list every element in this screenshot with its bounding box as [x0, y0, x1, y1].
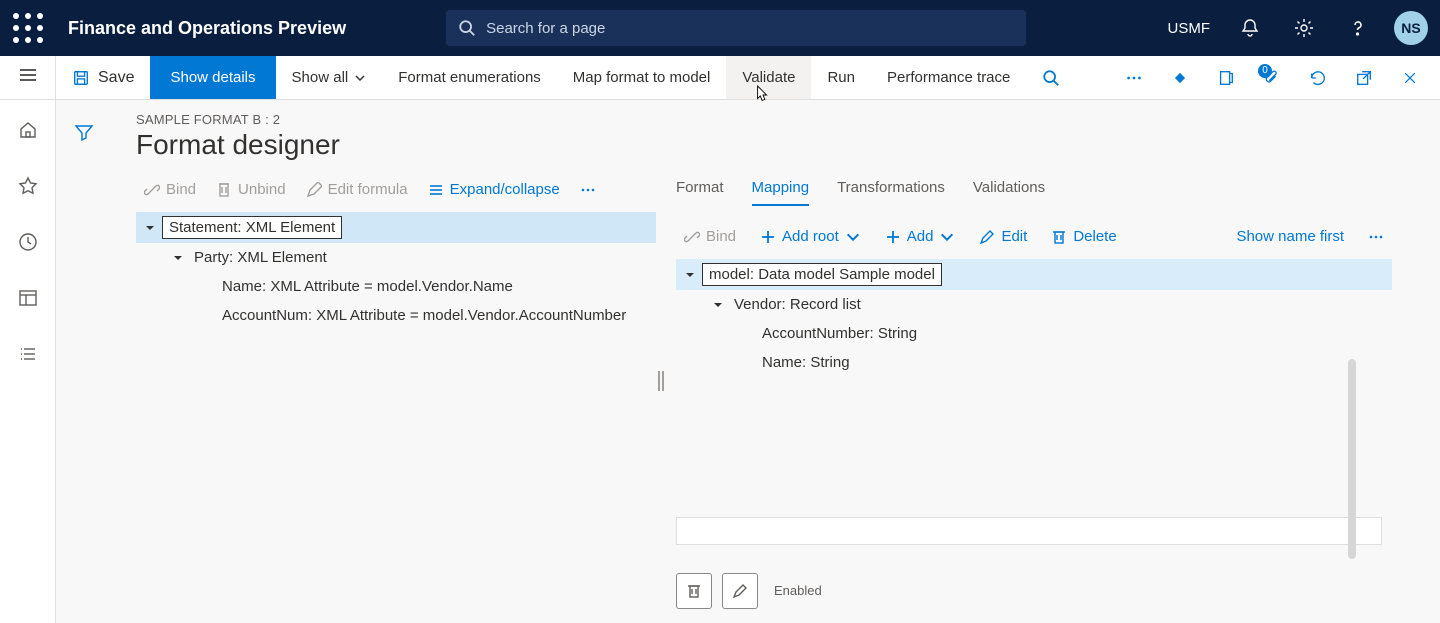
tab-format[interactable]: Format [676, 177, 724, 206]
mapping-tree: model: Data model Sample model Vendor: R… [676, 259, 1392, 377]
more-left-toolbar-icon[interactable] [572, 178, 604, 202]
format-tree: Statement: XML Element Party: XML Elemen… [136, 212, 656, 330]
add-button[interactable]: Add [877, 224, 964, 249]
expand-collapse-button[interactable]: Expand/collapse [420, 177, 568, 202]
property-delete-icon[interactable] [676, 573, 712, 609]
hamburger-button[interactable] [0, 56, 56, 99]
filter-icon[interactable] [66, 114, 102, 150]
tree-node-statement[interactable]: Statement: XML Element [136, 212, 656, 243]
chevron-down-icon [354, 72, 366, 84]
workspaces-icon[interactable] [10, 280, 46, 316]
user-avatar[interactable]: NS [1394, 11, 1428, 45]
modules-icon[interactable] [10, 336, 46, 372]
properties-bar: Enabled [676, 563, 1392, 623]
format-enumerations-button[interactable]: Format enumerations [382, 56, 557, 99]
save-button[interactable]: Save [56, 56, 150, 99]
caret-icon[interactable] [710, 300, 726, 310]
run-button[interactable]: Run [811, 56, 871, 99]
popout-icon[interactable] [1346, 60, 1382, 96]
tab-mapping[interactable]: Mapping [752, 177, 810, 206]
left-rail [0, 100, 56, 623]
settings-icon[interactable] [1286, 10, 1322, 46]
tree-node-account-number[interactable]: AccountNumber: String [732, 319, 1392, 348]
delete-button[interactable]: Delete [1043, 224, 1124, 249]
performance-trace-button[interactable]: Performance trace [871, 56, 1026, 99]
show-details-button[interactable]: Show details [150, 56, 275, 99]
tree-node-model[interactable]: model: Data model Sample model [676, 259, 1392, 290]
chevron-down-icon [845, 229, 861, 245]
office-icon[interactable] [1208, 60, 1244, 96]
help-icon[interactable] [1340, 10, 1376, 46]
map-format-button[interactable]: Map format to model [557, 56, 727, 99]
header-actions: USMF NS [1168, 10, 1429, 46]
tree-node-party[interactable]: Party: XML Element [164, 243, 656, 272]
recent-icon[interactable] [10, 224, 46, 260]
save-label: Save [98, 69, 134, 87]
enabled-label: Enabled [774, 583, 822, 598]
company-badge[interactable]: USMF [1168, 20, 1211, 37]
search-command-button[interactable] [1026, 56, 1076, 99]
caret-icon[interactable] [682, 270, 698, 280]
mapping-bind-button[interactable]: Bind [676, 224, 744, 249]
attachments-icon[interactable]: 0 [1254, 60, 1290, 96]
refresh-icon[interactable] [1300, 60, 1336, 96]
command-bar: Save Show details Show all Format enumer… [0, 56, 1440, 100]
caret-icon[interactable] [142, 223, 158, 233]
app-header: Finance and Operations Preview USMF NS [0, 0, 1440, 56]
unbind-button[interactable]: Unbind [208, 177, 294, 202]
attachments-count: 0 [1258, 64, 1272, 78]
splitter-handle[interactable] [658, 371, 664, 391]
search-box[interactable] [446, 10, 1026, 46]
tree-node-name-attr[interactable]: Name: XML Attribute = model.Vendor.Name [192, 272, 656, 301]
more-right-toolbar-icon[interactable] [1360, 225, 1392, 249]
mapping-pane: Format Mapping Transformations Validatio… [676, 171, 1440, 623]
property-edit-icon[interactable] [722, 573, 758, 609]
format-tree-pane: Bind Unbind Edit formula Expand/collapse [136, 171, 656, 623]
add-root-button[interactable]: Add root [752, 224, 869, 249]
edit-button[interactable]: Edit [971, 224, 1035, 249]
tab-validations[interactable]: Validations [973, 177, 1045, 206]
filter-column [56, 100, 112, 623]
favorites-icon[interactable] [10, 168, 46, 204]
search-icon [458, 19, 476, 37]
notifications-icon[interactable] [1232, 10, 1268, 46]
tab-transformations[interactable]: Transformations [837, 177, 945, 206]
show-all-button[interactable]: Show all [276, 56, 383, 99]
tree-node-name[interactable]: Name: String [732, 348, 1392, 377]
tree-node-account-attr[interactable]: AccountNum: XML Attribute = model.Vendor… [192, 301, 656, 330]
show-name-first-button[interactable]: Show name first [1228, 224, 1352, 249]
chevron-down-icon [939, 229, 955, 245]
scrollbar[interactable] [1348, 359, 1356, 559]
edit-formula-button[interactable]: Edit formula [298, 177, 416, 202]
search-input[interactable] [486, 20, 1014, 37]
app-title: Finance and Operations Preview [56, 18, 346, 39]
caret-icon[interactable] [170, 253, 186, 263]
waffle-icon[interactable] [12, 12, 44, 44]
validate-button[interactable]: Validate [726, 56, 811, 99]
more-commands-icon[interactable] [1116, 60, 1152, 96]
bind-button[interactable]: Bind [136, 177, 204, 202]
property-input-top[interactable] [676, 517, 1382, 545]
mapping-tabs: Format Mapping Transformations Validatio… [676, 171, 1392, 206]
close-icon[interactable] [1392, 60, 1428, 96]
breadcrumb: SAMPLE FORMAT B : 2 [136, 112, 1440, 127]
diamond-icon[interactable] [1162, 60, 1198, 96]
home-icon[interactable] [10, 112, 46, 148]
page-title: Format designer [136, 129, 1440, 161]
tree-node-vendor[interactable]: Vendor: Record list [704, 290, 1392, 319]
